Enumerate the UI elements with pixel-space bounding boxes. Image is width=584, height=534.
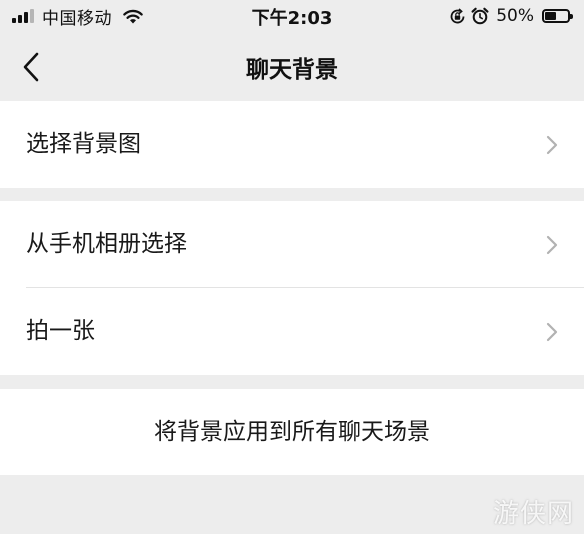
apply-all-group: 将背景应用到所有聊天场景 [0,389,584,475]
choose-background-image-label: 选择背景图 [26,131,141,157]
chevron-right-icon [546,322,558,342]
alarm-icon [471,7,489,25]
apply-to-all-chats-label: 将背景应用到所有聊天场景 [154,419,430,445]
status-right: 50% [449,5,573,27]
choose-background-image-item[interactable]: 选择背景图 [0,101,584,188]
take-photo-item[interactable]: 拍一张 [0,288,584,375]
battery-level-fill [545,12,556,20]
status-bar: 中国移动 下午2:03 50% [0,0,584,34]
take-photo-label: 拍一张 [26,318,95,344]
background-image-group: 选择背景图 [0,101,584,188]
apply-to-all-chats-button[interactable]: 将背景应用到所有聊天场景 [0,389,584,475]
choose-from-album-item[interactable]: 从手机相册选择 [0,201,584,288]
page-title: 聊天背景 [246,57,338,83]
chevron-right-icon [546,235,558,255]
nav-bar: 聊天背景 [0,34,584,100]
chevron-right-icon [546,135,558,155]
photo-source-group: 从手机相册选择 拍一张 [0,201,584,375]
battery-percentage: 50% [496,6,534,26]
choose-from-album-label: 从手机相册选择 [26,231,187,257]
watermark: 游侠网 [492,499,574,529]
orientation-lock-icon [450,7,465,23]
battery-icon [542,9,573,23]
